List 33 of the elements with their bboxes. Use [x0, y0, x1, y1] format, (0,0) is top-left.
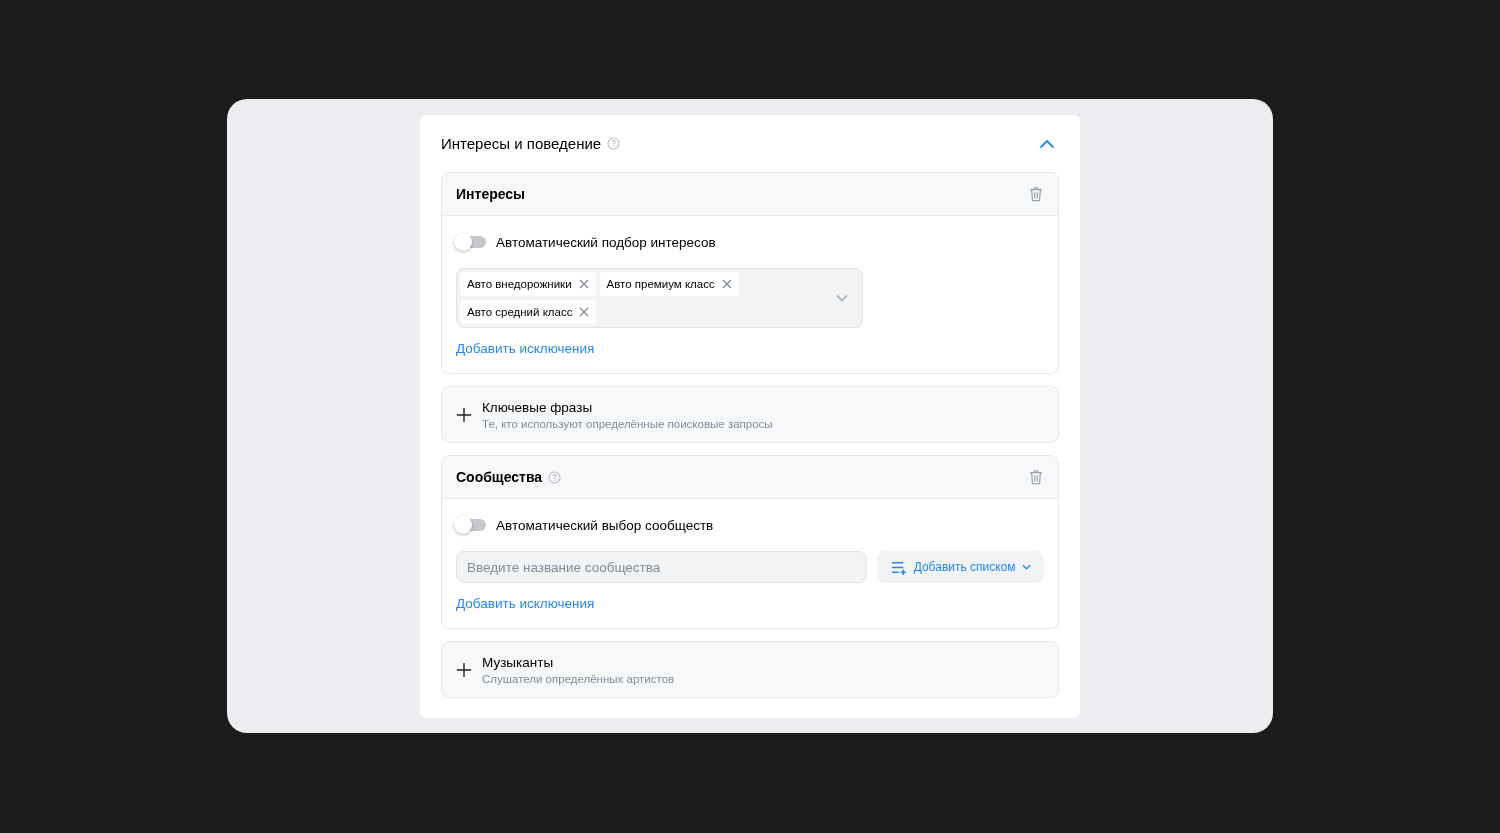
- section-title: Сообщества: [456, 469, 543, 485]
- tag-chip: Авто внедорожники: [460, 272, 596, 296]
- toggle-label: Автоматический подбор интересов: [496, 234, 716, 250]
- section-description: Те, кто используют определённые поисковые запросы: [482, 417, 773, 430]
- section-title: Ключевые фразы: [482, 399, 594, 415]
- section-title: Музыканты: [482, 654, 555, 670]
- tag-chip: Авто премиум класс: [599, 272, 739, 296]
- add-section-button[interactable]: Ключевые фразы Те, кто используют определённые поисковые запросы: [441, 386, 1059, 443]
- plus-icon: [456, 406, 472, 423]
- plus-icon: [456, 661, 472, 678]
- dropdown-chevron-icon: [836, 294, 848, 302]
- community-input-field[interactable]: Введите название сообщества: [456, 551, 868, 583]
- tags-select-field[interactable]: Авто внедорожники Авто премиум класс Авто средний класс: [456, 268, 863, 328]
- section-description: Слушатели определённых артистов: [482, 672, 675, 685]
- chevron-icon: [1039, 138, 1055, 149]
- remove-icon[interactable]: [721, 279, 732, 289]
- delete-icon[interactable]: [1029, 469, 1043, 485]
- delete-icon[interactable]: [1029, 186, 1043, 202]
- add-exceptions-link[interactable]: Добавить исключения: [456, 341, 595, 356]
- add-section-button[interactable]: Музыканты Слушатели определённых артистов: [441, 641, 1059, 698]
- tag-chip: Авто средний класс: [460, 300, 597, 324]
- add-exceptions-link[interactable]: Добавить исключения: [456, 596, 595, 611]
- caret-icon: [1021, 564, 1031, 570]
- remove-icon[interactable]: [578, 279, 589, 289]
- toggle-switch[interactable]: [456, 236, 486, 248]
- toggle-switch[interactable]: [456, 519, 486, 531]
- help-icon[interactable]: [548, 470, 562, 484]
- remove-icon[interactable]: [579, 307, 590, 317]
- help-icon[interactable]: [607, 137, 621, 150]
- panel-title: Интересы и поведение: [441, 135, 602, 152]
- list-add-icon: [890, 559, 908, 575]
- toggle-label: Автоматический выбор сообществ: [496, 517, 714, 533]
- section-title: Интересы: [456, 186, 526, 202]
